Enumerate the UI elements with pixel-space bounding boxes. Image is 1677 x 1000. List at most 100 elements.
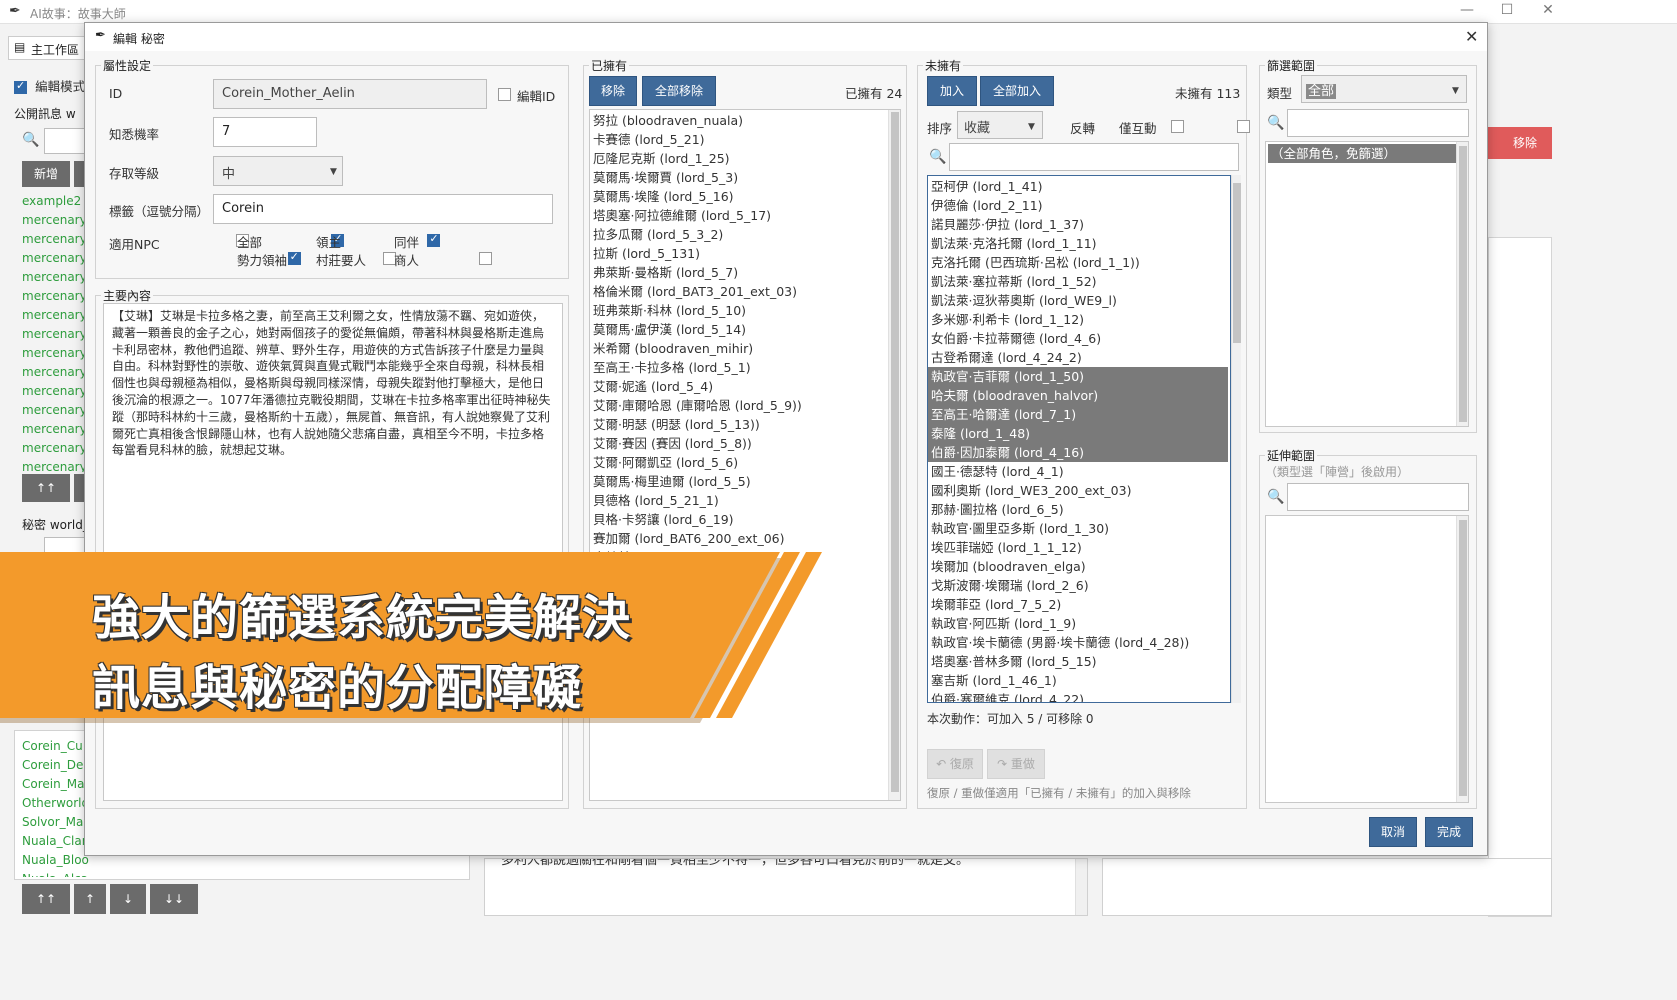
- unowned-list-item[interactable]: 伯爵·因加泰爾 (lord_4_16): [928, 443, 1228, 462]
- owned-list-item[interactable]: 艾爾·庫爾哈恩 (庫爾哈恩 (lord_5_9)): [590, 396, 886, 415]
- unowned-list-item[interactable]: 女伯爵·卡拉蒂爾德 (lord_4_6): [928, 329, 1228, 348]
- owned-list-item[interactable]: 厄隆尼克斯 (lord_1_25): [590, 149, 886, 168]
- public-info-item[interactable]: mercenary: [20, 401, 90, 420]
- filter-listbox[interactable]: （全部角色，免篩選）: [1265, 141, 1469, 427]
- filter-search-input[interactable]: [1287, 109, 1469, 137]
- unowned-list-item[interactable]: 克洛托爾 (巴西琉斯·呂松 (lord_1_1)): [928, 253, 1228, 272]
- public-info-item[interactable]: mercenary: [20, 325, 90, 344]
- add-button[interactable]: 加入: [927, 76, 977, 106]
- unowned-list-item[interactable]: 執政官·阿匹斯 (lord_1_9): [928, 614, 1228, 633]
- extend-scrollbar[interactable]: [1456, 516, 1468, 802]
- unowned-list-item[interactable]: 凱法萊·逗狄蒂奧斯 (lord_WE9_l): [928, 291, 1228, 310]
- unowned-list-item[interactable]: 凱法萊·塞拉蒂斯 (lord_1_52): [928, 272, 1228, 291]
- tags-field[interactable]: Corein: [213, 194, 553, 224]
- owned-list[interactable]: 努拉 (bloodraven_nuala) 卡賽德 (lord_5_21) 厄隆尼克…: [590, 111, 886, 567]
- owned-list-item[interactable]: 貝德格 (lord_5_21_1): [590, 491, 886, 510]
- interact-only-checkbox[interactable]: [1237, 120, 1251, 133]
- unowned-scroll-thumb[interactable]: [1233, 183, 1241, 343]
- unowned-list-item[interactable]: 國利奧斯 (lord_WE3_200_ext_03): [928, 481, 1228, 500]
- public-info-item[interactable]: mercenary: [20, 344, 90, 363]
- add-all-button[interactable]: 全部加入: [980, 76, 1054, 106]
- public-info-item[interactable]: mercenary: [20, 382, 90, 401]
- owned-list-item[interactable]: 拉斯 (lord_5_131): [590, 244, 886, 263]
- move-bottom-button[interactable]: ↓↓: [150, 884, 198, 914]
- owned-list-item[interactable]: 努拉 (bloodraven_nuala): [590, 111, 886, 130]
- unowned-scrollbar[interactable]: [1231, 175, 1241, 703]
- public-info-item[interactable]: mercenary: [20, 230, 90, 249]
- owned-list-item[interactable]: 格倫米爾 (lord_BAT3_201_ext_03): [590, 282, 886, 301]
- new-button[interactable]: 新增: [22, 161, 70, 187]
- unowned-list-item[interactable]: 國王·德瑟特 (lord_4_1): [928, 462, 1228, 481]
- owned-list-item[interactable]: 拉多瓜爾 (lord_5_3_2): [590, 225, 886, 244]
- public-info-item[interactable]: mercenary: [20, 363, 90, 382]
- owned-list-item[interactable]: 艾爾·阿爾凱亞 (lord_5_6): [590, 453, 886, 472]
- unowned-list-item[interactable]: 古登希爾達 (lord_4_24_2): [928, 348, 1228, 367]
- unowned-search-input[interactable]: [949, 143, 1239, 171]
- public-info-item[interactable]: mercenary: [20, 439, 90, 458]
- npc-faction-leader-checkbox[interactable]: [287, 250, 301, 265]
- extend-scroll-thumb[interactable]: [1459, 520, 1467, 796]
- owned-scrollbar[interactable]: [888, 110, 900, 800]
- unowned-list-item[interactable]: 埃爾加 (bloodraven_elga): [928, 557, 1228, 576]
- unowned-list-item[interactable]: 那赫·圖拉格 (lord_6_5): [928, 500, 1228, 519]
- remove-all-button[interactable]: 全部移除: [642, 76, 716, 106]
- owned-list-item[interactable]: 莫爾馬·埃隆 (lord_5_16): [590, 187, 886, 206]
- unowned-list-item[interactable]: 戈斯波爾·埃爾瑞 (lord_2_6): [928, 576, 1228, 595]
- extend-search-input[interactable]: [1287, 483, 1469, 511]
- done-button[interactable]: 完成: [1425, 817, 1473, 847]
- sort-select[interactable]: 收藏 ▼: [957, 111, 1043, 139]
- preview-scrollbar[interactable]: [1075, 859, 1087, 915]
- secret-item[interactable]: Nuala_Alca: [20, 870, 460, 877]
- public-info-item[interactable]: mercenary: [20, 306, 90, 325]
- unowned-list[interactable]: 亞柯伊 (lord_1_41) 伊德倫 (lord_2_11) 諾貝麗莎·伊拉 (l…: [928, 177, 1228, 702]
- redo-button[interactable]: ↷ 重做: [987, 749, 1045, 779]
- unowned-list-item[interactable]: 多米娜·利希卡 (lord_1_12): [928, 310, 1228, 329]
- probability-field[interactable]: 7: [213, 117, 317, 147]
- unowned-list-item[interactable]: 諾貝麗莎·伊拉 (lord_1_37): [928, 215, 1228, 234]
- owned-list-item[interactable]: 賽加爾 (lord_BAT6_200_ext_06): [590, 529, 886, 548]
- filter-scrollbar[interactable]: [1456, 142, 1468, 426]
- unowned-list-item[interactable]: 泰隆 (lord_1_48): [928, 424, 1228, 443]
- move-down-button[interactable]: ↓: [110, 884, 146, 914]
- close-icon[interactable]: ✕: [1465, 27, 1478, 46]
- owned-list-item[interactable]: 莫爾馬·盧伊漢 (lord_5_14): [590, 320, 886, 339]
- public-info-item[interactable]: mercenary: [20, 420, 90, 439]
- owned-list-item[interactable]: 艾爾·妮遙 (lord_5_4): [590, 377, 886, 396]
- unowned-list-item[interactable]: 塔奧塞·普林多爾 (lord_5_15): [928, 652, 1228, 671]
- npc-companion-checkbox[interactable]: [427, 232, 441, 247]
- unowned-list-item[interactable]: 凱法萊·克洛托爾 (lord_1_11): [928, 234, 1228, 253]
- edit-id-checkbox[interactable]: [498, 88, 511, 101]
- undo-button[interactable]: ↶ 復原: [927, 749, 983, 779]
- id-field[interactable]: Corein_Mother_Aelin: [213, 79, 487, 109]
- unowned-list-item[interactable]: 執政官·埃卡蘭德 (男爵·埃卡蘭德 (lord_4_28)): [928, 633, 1228, 652]
- remove-button-bg[interactable]: 移除: [1498, 127, 1552, 159]
- filter-list-item[interactable]: （全部角色，免篩選）: [1268, 144, 1458, 163]
- unowned-list-item[interactable]: 執政官·吉菲爾 (lord_1_50): [928, 367, 1228, 386]
- public-info-list[interactable]: example2 (mercenary mercenary mercenary mer…: [20, 192, 90, 472]
- owned-list-item[interactable]: 莫爾馬·埃爾賈 (lord_5_3): [590, 168, 886, 187]
- owned-list-item[interactable]: 塔奧塞·阿拉德維爾 (lord_5_17): [590, 206, 886, 225]
- public-info-item[interactable]: example2 (: [20, 192, 90, 211]
- unowned-listbox[interactable]: 亞柯伊 (lord_1_41) 伊德倫 (lord_2_11) 諾貝麗莎·伊拉 (l…: [927, 175, 1231, 703]
- unowned-list-item[interactable]: 哈夫爾 (bloodraven_halvor): [928, 386, 1228, 405]
- public-info-item[interactable]: mercenary: [20, 268, 90, 287]
- public-info-item[interactable]: mercenary: [20, 287, 90, 306]
- owned-list-item[interactable]: 米希爾 (bloodraven_mihir): [590, 339, 886, 358]
- edit-mode-toggle[interactable]: 編輯模式: [14, 76, 85, 95]
- unowned-list-item[interactable]: 伊德倫 (lord_2_11): [928, 196, 1228, 215]
- unowned-list-item[interactable]: 亞柯伊 (lord_1_41): [928, 177, 1228, 196]
- unowned-list-item[interactable]: 執政官·圖里亞多斯 (lord_1_30): [928, 519, 1228, 538]
- cancel-button[interactable]: 取消: [1369, 817, 1417, 847]
- unowned-list-item[interactable]: 埃爾菲亞 (lord_7_5_2): [928, 595, 1228, 614]
- close-window-icon[interactable]: ✕: [1533, 2, 1563, 22]
- owned-list-item[interactable]: 莫爾馬·梅里迪爾 (lord_5_5): [590, 472, 886, 491]
- owned-list-item[interactable]: 艾爾·明瑟 (明瑟 (lord_5_13)): [590, 415, 886, 434]
- unowned-list-item[interactable]: 埃匹菲瑞婭 (lord_1_1_12): [928, 538, 1228, 557]
- owned-list-item[interactable]: 班弗萊斯·科林 (lord_5_10): [590, 301, 886, 320]
- public-info-item[interactable]: mercenary: [20, 458, 90, 472]
- owned-list-item[interactable]: 弗萊斯·曼格斯 (lord_5_7): [590, 263, 886, 282]
- filter-list[interactable]: （全部角色，免篩選）: [1268, 144, 1458, 163]
- owned-list-item[interactable]: 艾爾·賽因 (賽因 (lord_5_8)): [590, 434, 886, 453]
- reverse-checkbox[interactable]: [1170, 120, 1184, 133]
- unowned-list-item[interactable]: 至高王·哈爾達 (lord_7_1): [928, 405, 1228, 424]
